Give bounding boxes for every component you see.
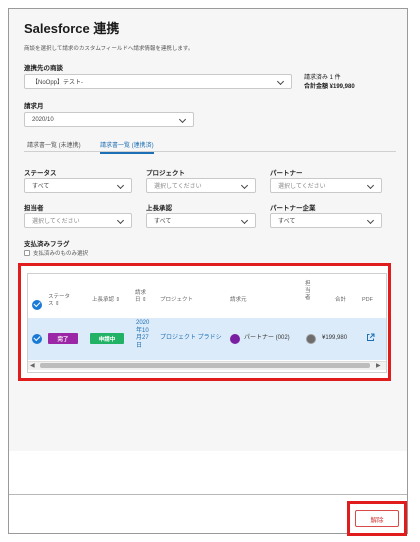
partner-filter-label: パートナー	[270, 170, 303, 177]
table-row[interactable]: 完了 申請中 2020 年10 月27 日 プロジェクト プラドシ パートナー …	[28, 318, 386, 360]
status-filter-select[interactable]: すべて	[24, 178, 132, 193]
header-project: プロジェクト	[160, 297, 194, 303]
footer-divider	[9, 494, 407, 495]
header-date[interactable]: 請求 日 ⇕	[135, 290, 147, 304]
external-link-icon[interactable]	[366, 333, 375, 342]
billing-month-select[interactable]: 2020/10	[24, 112, 194, 127]
project-link[interactable]: プロジェクト プラドシ	[160, 335, 222, 343]
paid-flag-option[interactable]: 支払済みのものみ選択	[24, 249, 88, 257]
header-assignee: 担 当 者	[305, 281, 311, 301]
partner-filter-select[interactable]: 選択してください	[270, 178, 382, 193]
assignee-filter-placeholder: 選択してください	[32, 219, 80, 225]
status-badge: 完了	[48, 333, 78, 344]
assignee-filter-select[interactable]: 選択してください	[24, 213, 132, 228]
chevron-down-icon	[368, 218, 374, 224]
opportunity-select[interactable]: 【NoOpp】テスト-	[24, 74, 292, 89]
chevron-down-icon	[118, 183, 124, 189]
approver-filter-label: 上長承認	[146, 205, 172, 212]
partner-company-filter-select[interactable]: すべて	[270, 213, 382, 228]
header-pdf: PDF	[362, 297, 373, 303]
billing-month-value: 2020/10	[32, 116, 54, 123]
opportunity-label: 連携先の商談	[24, 65, 63, 72]
partner-avatar	[230, 334, 240, 344]
row-check-icon[interactable]	[32, 334, 42, 344]
page-title: Salesforce 連携	[24, 21, 120, 36]
chevron-down-icon	[118, 218, 124, 224]
project-filter-select[interactable]: 選択してください	[146, 178, 256, 193]
header-billing-from: 請求元	[230, 297, 247, 303]
chevron-down-icon	[278, 79, 284, 85]
approver-filter-value: すべて	[154, 219, 172, 225]
invoice-tabs: 請求書一覧 (未連携) 請求書一覧 (連携済)	[24, 138, 396, 154]
project-filter-placeholder: 選択してください	[154, 184, 202, 190]
tab-unlinked[interactable]: 請求書一覧 (未連携)	[27, 140, 81, 149]
chevron-down-icon	[180, 117, 186, 123]
scroll-right-icon[interactable]: ▶	[376, 362, 381, 369]
chevron-down-icon	[242, 183, 248, 189]
scroll-left-icon[interactable]: ◀	[30, 362, 35, 369]
paid-flag-option-label: 支払済みのものみ選択	[33, 251, 89, 257]
status-filter-label: ステータス	[24, 170, 57, 177]
assignee-avatar	[306, 334, 316, 344]
page-description: 商談を選択して請求のカスタムフィールドへ請求情報を連携します。	[24, 46, 194, 52]
billed-count: 請求済み 1 件	[304, 75, 341, 81]
release-button[interactable]: 解除	[355, 510, 399, 527]
partner-company-filter-value: すべて	[278, 219, 296, 225]
opportunity-value: 【NoOpp】テスト-	[32, 80, 84, 86]
partner-filter-placeholder: 選択してください	[278, 184, 326, 190]
approval-badge: 申請中	[90, 333, 124, 344]
partner-company-filter-label: パートナー企業	[270, 205, 316, 212]
header-approval[interactable]: 上長承認 ⇕	[92, 297, 120, 304]
tab-linked[interactable]: 請求書一覧 (連携済)	[100, 140, 154, 154]
paid-flag-label: 支払済みフラグ	[24, 241, 70, 248]
status-filter-value: すべて	[32, 184, 50, 190]
approver-filter-select[interactable]: すべて	[146, 213, 256, 228]
billing-summary: 請求済み 1 件 合計金額 ¥199,980	[304, 74, 355, 92]
billing-from: パートナー (002)	[244, 335, 290, 341]
table-header: ステータ ス ⇕ 上長承認 ⇕ 請求 日 ⇕ プロジェクト 請求元 担 当 者 …	[28, 280, 386, 318]
chevron-down-icon	[368, 183, 374, 189]
billed-total: 合計金額 ¥199,980	[304, 84, 355, 90]
scrollbar-thumb[interactable]	[40, 363, 370, 368]
header-total: 合計	[335, 297, 347, 303]
row-total: ¥199,980	[322, 335, 348, 341]
assignee-filter-label: 担当者	[24, 205, 44, 212]
select-all-check-icon[interactable]	[32, 300, 42, 310]
header-status[interactable]: ステータ ス ⇕	[48, 294, 70, 308]
billing-month-label: 請求月	[24, 103, 44, 110]
invoice-date: 2020 年10 月27 日	[136, 320, 150, 349]
paid-flag-checkbox[interactable]	[24, 250, 30, 256]
chevron-down-icon	[242, 218, 248, 224]
project-filter-label: プロジェクト	[146, 170, 185, 177]
